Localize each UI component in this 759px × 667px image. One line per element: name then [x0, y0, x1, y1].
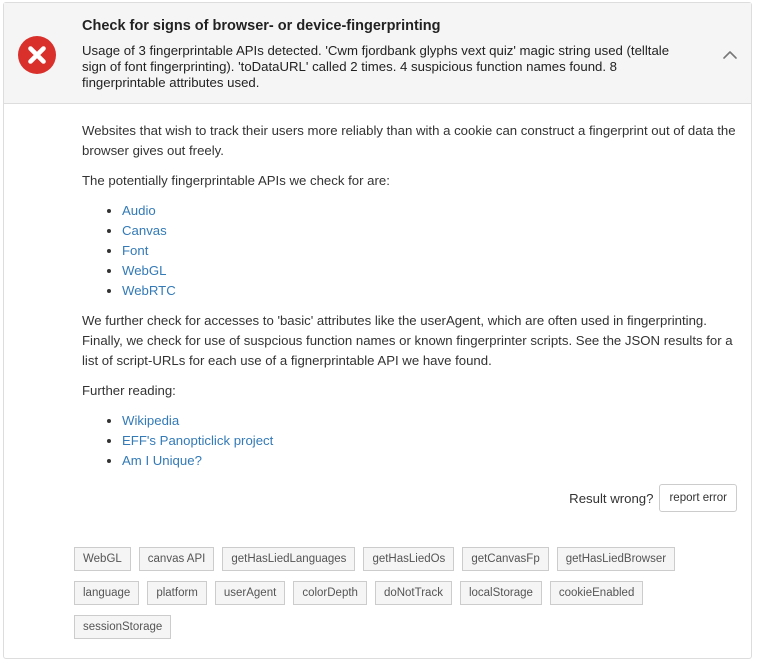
- tag-language: language: [74, 581, 140, 605]
- api-list-item: Canvas: [122, 221, 742, 241]
- tag-colordepth: colorDepth: [293, 581, 367, 605]
- api-list: Audio Canvas Font WebGL WebRTC: [82, 201, 742, 301]
- api-list-item: Font: [122, 241, 742, 261]
- further-reading-label: Further reading:: [82, 383, 176, 398]
- chevron-up-icon[interactable]: [721, 46, 739, 64]
- api-link-font[interactable]: Font: [122, 243, 148, 258]
- link-wikipedia[interactable]: Wikipedia: [122, 413, 179, 428]
- reading-list-item: EFF's Panopticlick project: [122, 431, 742, 451]
- reading-list: Wikipedia EFF's Panopticlick project Am …: [82, 411, 742, 471]
- tag-platform: platform: [147, 581, 207, 605]
- check-summary: Usage of 3 fingerprintable APIs detected…: [82, 43, 670, 90]
- tag-getcanvasfp: getCanvasFp: [462, 547, 549, 571]
- tag-localstorage: localStorage: [459, 581, 542, 605]
- card-body: Websites that wish to track their users …: [82, 121, 742, 481]
- attribute-tags: WebGL canvas API getHasLiedLanguages getHas…: [74, 547, 694, 649]
- report-row: Result wrong? report error: [569, 483, 737, 513]
- apis-intro-paragraph: The potentially fingerprintable APIs we …: [82, 173, 390, 188]
- error-x-icon: [18, 36, 56, 74]
- tag-canvas-api: canvas API: [138, 547, 215, 571]
- reading-list-item: Wikipedia: [122, 411, 742, 431]
- tag-donottrack: doNotTrack: [374, 581, 452, 605]
- api-link-webgl[interactable]: WebGL: [122, 263, 166, 278]
- report-error-button[interactable]: report error: [659, 484, 737, 512]
- check-title: Check for signs of browser- or device-fi…: [82, 18, 441, 34]
- api-list-item: Audio: [122, 201, 742, 221]
- fingerprinting-check-card: Check for signs of browser- or device-fi…: [3, 2, 752, 659]
- api-link-webrtc[interactable]: WebRTC: [122, 283, 176, 298]
- api-list-item: WebGL: [122, 261, 742, 281]
- tag-cookieenabled: cookieEnabled: [549, 581, 644, 605]
- link-eff-panopticlick[interactable]: EFF's Panopticlick project: [122, 433, 273, 448]
- api-link-audio[interactable]: Audio: [122, 203, 156, 218]
- result-wrong-label: Result wrong?: [569, 490, 654, 506]
- reading-list-item: Am I Unique?: [122, 451, 742, 471]
- intro-paragraph: Websites that wish to track their users …: [82, 123, 736, 158]
- further-check-paragraph: We further check for accesses to 'basic'…: [82, 313, 733, 368]
- api-list-item: WebRTC: [122, 281, 742, 301]
- tag-webgl: WebGL: [74, 547, 131, 571]
- tag-gethasliedbrowser: getHasLiedBrowser: [556, 547, 676, 571]
- link-am-i-unique[interactable]: Am I Unique?: [122, 453, 202, 468]
- card-header[interactable]: Check for signs of browser- or device-fi…: [4, 3, 751, 104]
- api-link-canvas[interactable]: Canvas: [122, 223, 167, 238]
- tag-useragent: userAgent: [214, 581, 286, 605]
- tag-gethasliedlanguages: getHasLiedLanguages: [222, 547, 356, 571]
- tag-gethasliedos: getHasLiedOs: [363, 547, 455, 571]
- tag-sessionstorage: sessionStorage: [74, 615, 172, 639]
